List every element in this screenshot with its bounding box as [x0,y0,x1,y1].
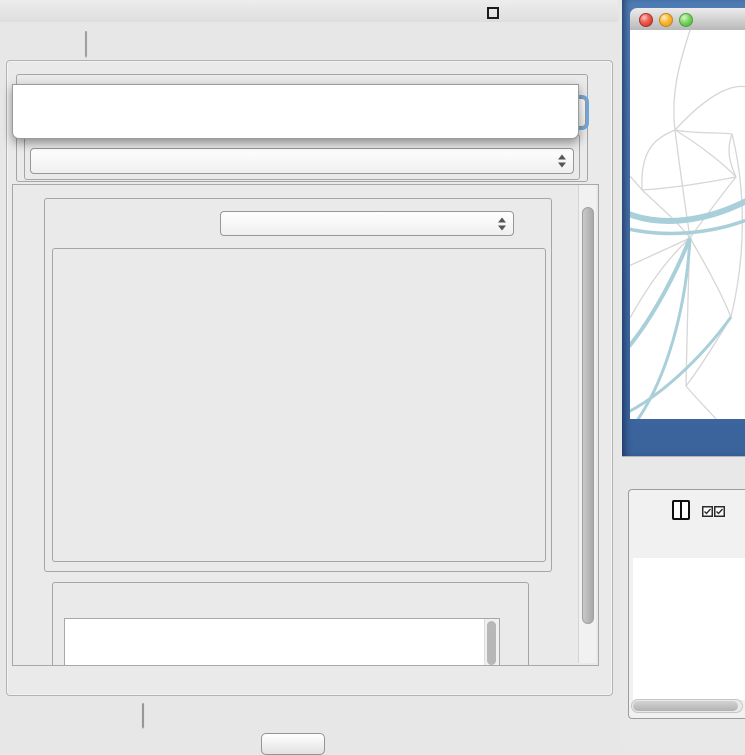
apply-button[interactable] [261,733,325,755]
vertical-scrollbar[interactable] [578,185,596,663]
zoom-button[interactable] [679,13,693,27]
intervals-combo[interactable] [220,211,514,236]
thresholds-group [52,248,546,562]
control-panel [0,0,618,745]
scrollbar-thumb[interactable] [582,207,594,624]
numerical-attributes-list[interactable] [64,618,500,666]
control-panel-titlebar [0,0,618,22]
checkbox-icon[interactable] [714,504,725,515]
table-data-combo[interactable] [30,148,574,174]
list-scrollbar[interactable] [484,619,499,666]
table-panel-header [622,456,745,485]
table-panel [622,484,745,745]
attributes-group [52,582,529,666]
minimize-button[interactable] [659,13,673,27]
dropdown-hint [13,87,578,103]
combo-arrows-icon [558,155,566,168]
network-canvas[interactable] [630,30,745,419]
scrollbar-thumb[interactable] [633,701,738,711]
bottom-tab-bar [142,703,144,728]
checkbox-icon[interactable] [702,504,713,515]
network-window [622,0,745,456]
combo-arrows-icon [498,217,506,230]
interval-definition-group [44,198,552,572]
node-table [628,489,745,719]
table-body [633,558,745,700]
table-data-group [24,134,580,180]
float-window-icon[interactable] [487,7,499,19]
algorithm-dropdown-popup [12,84,579,139]
table-header-row [633,534,745,558]
columns-icon[interactable] [672,500,690,520]
top-tab-bar [85,31,87,57]
horizontal-scrollbar[interactable] [631,699,743,713]
settings-scrollpane [12,184,599,666]
cyni-toolbox-panel [6,60,613,696]
close-button[interactable] [639,13,653,27]
network-window-titlebar[interactable] [630,8,745,31]
